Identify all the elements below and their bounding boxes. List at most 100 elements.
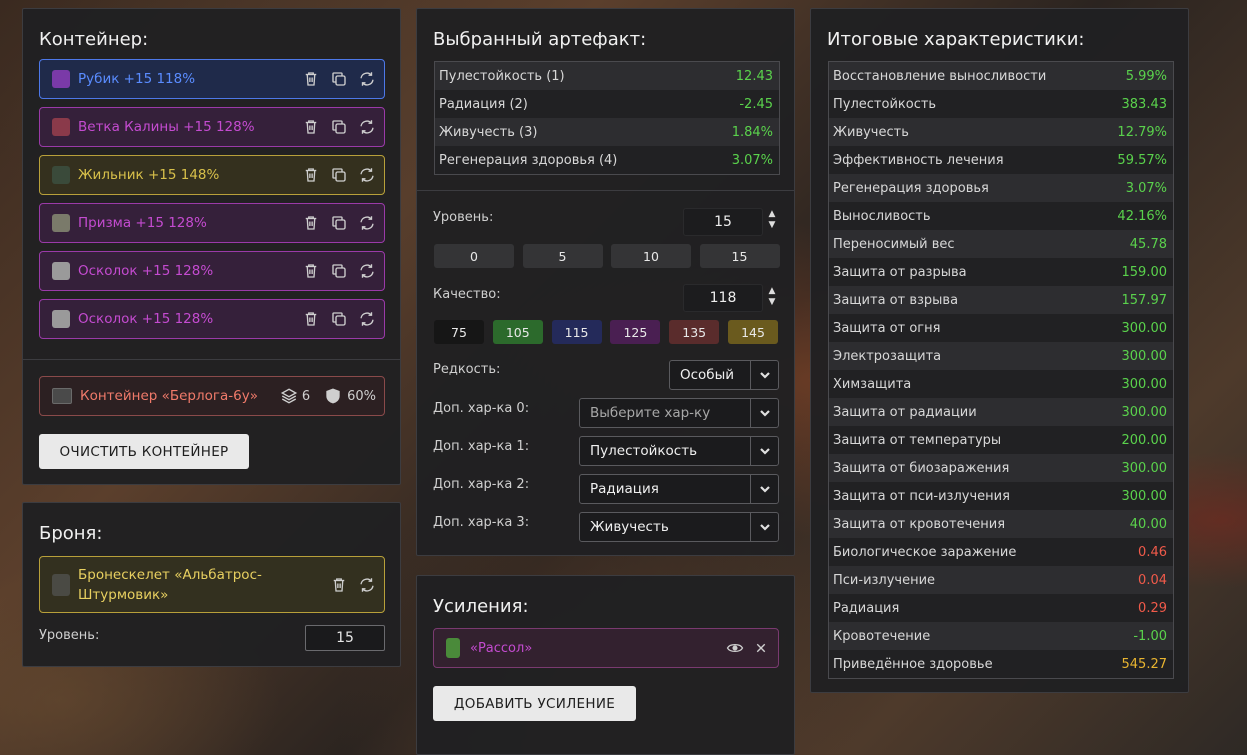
- extra-stat-select[interactable]: Пулестойкость: [579, 436, 779, 466]
- container-item[interactable]: Призма +15 128%: [39, 203, 385, 243]
- container-item[interactable]: Рубик +15 118%: [39, 59, 385, 99]
- extra-stat-select[interactable]: Выберите хар-ку: [579, 398, 779, 428]
- stat-row: Регенерация здоровья 3.07%: [829, 174, 1173, 202]
- swap-icon[interactable]: [358, 70, 376, 88]
- container-protection-value: 60%: [347, 388, 376, 404]
- trash-icon[interactable]: [330, 576, 348, 594]
- chevron-down-icon: [750, 399, 778, 427]
- trash-icon[interactable]: [302, 310, 320, 328]
- extra-stat-select[interactable]: Радиация: [579, 474, 779, 504]
- container-item[interactable]: Осколок +15 128%: [39, 299, 385, 339]
- stat-row: Химзащита 300.00: [829, 370, 1173, 398]
- container-box-thumb-icon: [52, 388, 72, 404]
- armor-item[interactable]: Бронескелет «Альбатрос- Штурмовик»: [39, 556, 385, 613]
- trash-icon[interactable]: [302, 118, 320, 136]
- extra-stat-label: Доп. хар-ка 0:: [433, 401, 530, 416]
- stat-value: 3.07%: [1125, 180, 1167, 196]
- level-preset-button[interactable]: 0: [434, 244, 514, 268]
- trash-icon[interactable]: [302, 166, 320, 184]
- swap-icon[interactable]: [358, 166, 376, 184]
- swap-icon[interactable]: [358, 310, 376, 328]
- stat-row: Живучесть (3) 1.84%: [435, 118, 779, 146]
- artifact-thumb-icon: [52, 166, 70, 184]
- level-preset-button[interactable]: 5: [522, 244, 603, 268]
- stat-row: Защита от пси-излучения 300.00: [829, 482, 1173, 510]
- stat-row: Приведённое здоровье 545.27: [829, 650, 1173, 678]
- stat-label: Химзащита: [833, 376, 912, 392]
- copy-icon[interactable]: [330, 262, 348, 280]
- container-item-actions: [302, 214, 376, 232]
- quality-preset-button[interactable]: 125: [610, 320, 661, 344]
- stat-label: Пулестойкость: [833, 96, 937, 112]
- stat-value: 200.00: [1121, 432, 1168, 448]
- rarity-select[interactable]: Особый: [669, 360, 779, 390]
- eye-icon[interactable]: [726, 639, 744, 657]
- stat-label: Пулестойкость (1): [439, 68, 565, 84]
- rarity-value: Особый: [680, 367, 735, 383]
- artifact-level-spinner[interactable]: ▲ ▼: [766, 209, 778, 231]
- container-item-name: Осколок +15 128%: [78, 311, 214, 327]
- container-panel: Контейнер: Рубик +15 118% Ветка Калины +1…: [22, 8, 401, 485]
- trash-icon[interactable]: [302, 214, 320, 232]
- container-box[interactable]: Контейнер «Берлога-6у» 6 60%: [39, 376, 385, 416]
- stat-row: Защита от кровотечения 40.00: [829, 510, 1173, 538]
- stat-label: Регенерация здоровья (4): [439, 152, 618, 168]
- copy-icon[interactable]: [330, 118, 348, 136]
- stat-label: Защита от взрыва: [833, 292, 959, 308]
- copy-icon[interactable]: [330, 214, 348, 232]
- swap-icon[interactable]: [358, 576, 376, 594]
- armor-panel: Броня: Бронескелет «Альбатрос- Штурмовик…: [22, 502, 401, 667]
- armor-title: Броня:: [39, 523, 103, 544]
- stat-label: Радиация: [833, 600, 900, 616]
- stat-row: Защита от разрыва 159.00: [829, 258, 1173, 286]
- extra-stat-value: Выберите хар-ку: [590, 405, 711, 421]
- container-item[interactable]: Осколок +15 128%: [39, 251, 385, 291]
- boost-item-name: «Рассол»: [470, 640, 533, 656]
- quality-input[interactable]: 118: [683, 284, 763, 312]
- stat-value: 0.29: [1138, 600, 1167, 616]
- stat-value: 0.04: [1138, 572, 1167, 588]
- totals-panel: Итоговые характеристики: Восстановление …: [810, 8, 1189, 693]
- container-item[interactable]: Жильник +15 148%: [39, 155, 385, 195]
- trash-icon[interactable]: [302, 262, 320, 280]
- stat-value: 12.43: [735, 68, 773, 84]
- stat-row: Электрозащита 300.00: [829, 342, 1173, 370]
- clear-container-button[interactable]: ОЧИСТИТЬ КОНТЕЙНЕР: [39, 434, 249, 469]
- stat-label: Защита от температуры: [833, 432, 1002, 448]
- artifact-thumb-icon: [52, 310, 70, 328]
- container-item-actions: [302, 166, 376, 184]
- extra-stat-select[interactable]: Живучесть: [579, 512, 779, 542]
- quality-preset-button[interactable]: 135: [669, 320, 720, 344]
- stat-value: -2.45: [739, 96, 773, 112]
- chevron-down-icon: [750, 475, 778, 503]
- stat-row: Регенерация здоровья (4) 3.07%: [435, 146, 779, 174]
- stat-value: 383.43: [1121, 96, 1168, 112]
- level-preset-button[interactable]: 15: [699, 244, 780, 268]
- armor-level-input[interactable]: 15: [305, 625, 385, 651]
- stat-value: 300.00: [1121, 320, 1168, 336]
- stat-value: 159.00: [1121, 264, 1168, 280]
- copy-icon[interactable]: [330, 70, 348, 88]
- stat-value: -1.00: [1133, 628, 1167, 644]
- swap-icon[interactable]: [358, 262, 376, 280]
- quality-preset-button[interactable]: 115: [551, 320, 602, 344]
- boost-item[interactable]: «Рассол»: [433, 628, 779, 668]
- container-item[interactable]: Ветка Калины +15 128%: [39, 107, 385, 147]
- stat-row: Радиация (2) -2.45: [435, 90, 779, 118]
- trash-icon[interactable]: [302, 70, 320, 88]
- swap-icon[interactable]: [358, 118, 376, 136]
- level-preset-button[interactable]: 10: [611, 244, 691, 268]
- swap-icon[interactable]: [358, 214, 376, 232]
- close-icon[interactable]: [752, 639, 770, 657]
- add-boost-button[interactable]: ДОБАВИТЬ УСИЛЕНИЕ: [433, 686, 636, 721]
- quality-preset-button[interactable]: 145: [728, 320, 778, 344]
- copy-icon[interactable]: [330, 166, 348, 184]
- container-divider: [23, 359, 400, 360]
- quality-preset-button[interactable]: 75: [434, 320, 484, 344]
- stat-value: 45.78: [1129, 236, 1167, 252]
- artifact-level-input[interactable]: 15: [683, 208, 763, 236]
- copy-icon[interactable]: [330, 310, 348, 328]
- quality-preset-button[interactable]: 105: [492, 320, 543, 344]
- quality-spinner[interactable]: ▲ ▼: [766, 286, 778, 308]
- stat-value: 40.00: [1129, 516, 1167, 532]
